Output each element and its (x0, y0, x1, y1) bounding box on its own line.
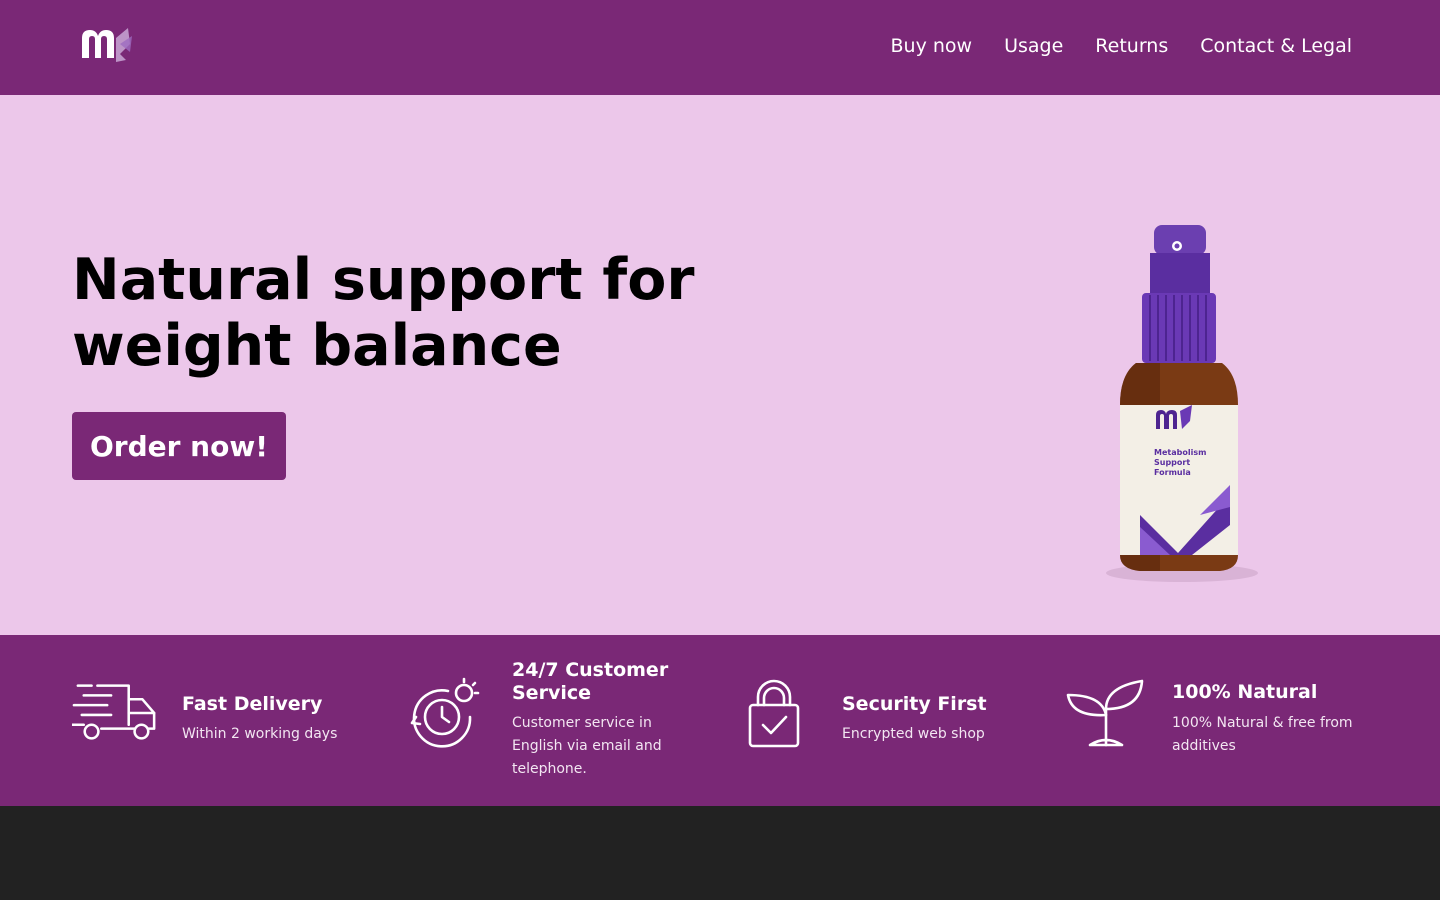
delivery-truck-icon (72, 684, 156, 740)
feature-title: Fast Delivery (182, 693, 323, 715)
nav-contact-legal[interactable]: Contact & Legal (1200, 33, 1352, 59)
feature-fast-delivery: Fast Delivery Within 2 working days (72, 681, 372, 751)
nav-usage[interactable]: Usage (1004, 33, 1063, 59)
clock-customer-service-icon (410, 677, 480, 748)
hero-title: Natural support for weight balance (72, 247, 695, 379)
product-bottle-image: Metabolism Support Formula (1106, 225, 1258, 582)
bottle-label-line3: Formula (1154, 468, 1191, 477)
bottle-label-line2: Support (1154, 458, 1190, 467)
site-header: Buy now Usage Returns Contact & Legal (0, 0, 1440, 95)
feature-text: Encrypted web shop (842, 726, 985, 742)
feature-text: Customer service in English via email an… (512, 715, 662, 777)
order-now-button[interactable]: Order now! (72, 412, 286, 480)
main-nav: Buy now Usage Returns Contact & Legal (891, 33, 1352, 59)
features-bar: Fast Delivery Within 2 working days 24/7… (0, 635, 1440, 806)
feature-natural: 100% Natural 100% Natural & free from ad… (1066, 679, 1366, 769)
feature-text: 100% Natural & free from additives (1172, 715, 1353, 754)
nav-buy-now[interactable]: Buy now (891, 33, 973, 59)
nav-returns[interactable]: Returns (1095, 33, 1168, 59)
feature-customer-service: 24/7 Customer Service Customer service i… (408, 659, 708, 789)
feature-title: 100% Natural (1172, 681, 1318, 703)
feature-security: Security First Encrypted web shop (748, 679, 1048, 749)
plant-sprout-icon (1066, 679, 1144, 747)
bottle-label-line1: Metabolism (1154, 448, 1206, 457)
ms-logo-icon[interactable] (80, 24, 136, 64)
padlock-icon (748, 679, 800, 748)
feature-text: Within 2 working days (182, 726, 338, 742)
hero-section: Natural support for weight balance Order… (0, 95, 1440, 635)
feature-title: Security First (842, 693, 987, 715)
feature-title: 24/7 Customer Service (512, 659, 669, 704)
site-footer (0, 806, 1440, 900)
